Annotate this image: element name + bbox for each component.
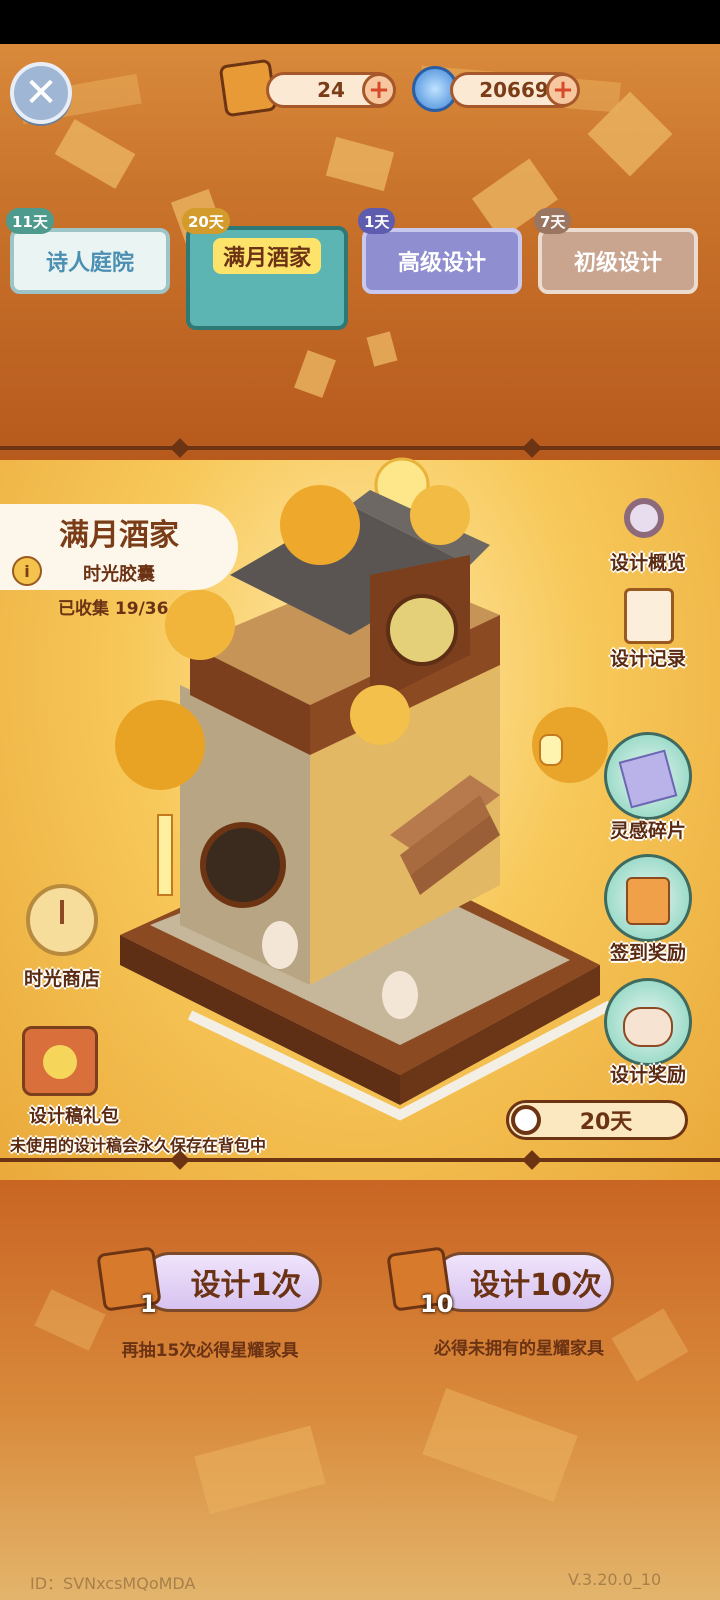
time-shop-label: 时光商店 <box>23 968 100 990</box>
checkin-reward-label: 签到奖励 <box>609 942 686 964</box>
tab-days-badge: 20天 <box>182 208 230 234</box>
design-pack-button[interactable] <box>22 1026 98 1096</box>
close-icon: ✕ <box>24 70 58 116</box>
close-button[interactable]: ✕ <box>10 62 72 124</box>
app-version: V.3.20.0_10 <box>568 1570 662 1589</box>
calendar-icon <box>626 877 670 925</box>
checkin-reward-button[interactable] <box>604 854 692 942</box>
collected-progress: 已收集 19/36 <box>58 599 169 619</box>
tab-poet-courtyard[interactable]: 诗人庭院 <box>10 228 170 294</box>
design-ten-button[interactable]: 设计10次 <box>432 1252 614 1312</box>
tab-basic-design[interactable]: 初级设计 <box>538 228 698 294</box>
add-scroll-button[interactable]: + <box>362 73 396 107</box>
inspiration-fragments-button[interactable] <box>604 732 692 820</box>
footer-background <box>0 1180 720 1600</box>
theme-subtitle: 时光胶囊 <box>83 564 155 585</box>
divider <box>0 1158 720 1162</box>
clipboard-icon[interactable] <box>624 588 674 644</box>
ten-hint: 必得未拥有的星耀家具 <box>434 1339 604 1359</box>
tab-days-badge: 1天 <box>358 208 396 234</box>
tab-advanced-design[interactable]: 高级设计 <box>362 228 522 294</box>
magnifier-icon <box>624 498 664 538</box>
storage-notice: 未使用的设计稿会永久保存在背包中 <box>10 1136 267 1155</box>
inspiration-fragments-label: 灵感碎片 <box>609 820 686 842</box>
clock-icon <box>511 1105 541 1135</box>
user-id: ID：SVNxcsMQoMDA <box>30 1574 196 1593</box>
tab-days-badge: 11天 <box>6 208 54 234</box>
clock-icon <box>60 900 64 924</box>
once-count: 1 <box>140 1290 157 1318</box>
design-reward-label: 设计奖励 <box>609 1064 686 1086</box>
tab-full-moon-tavern[interactable]: 满月酒家 <box>186 226 348 330</box>
divider <box>0 446 720 450</box>
ten-count: 10 <box>420 1290 454 1318</box>
add-gem-button[interactable]: + <box>546 73 580 107</box>
design-overview-label: 设计概览 <box>609 552 686 574</box>
theme-title: 满月酒家 <box>59 518 179 553</box>
design-overview-button[interactable] <box>620 498 674 552</box>
tab-days-badge: 7天 <box>534 208 572 234</box>
status-bar <box>0 0 720 44</box>
design-pack-label: 设计稿礼包 <box>29 1106 119 1127</box>
theme-info-card: 满月酒家 i 时光胶囊 <box>0 504 238 590</box>
design-once-button[interactable]: 设计1次 <box>140 1252 322 1312</box>
rabbit-icon <box>623 1007 673 1047</box>
event-timer: 20天 <box>506 1100 688 1140</box>
time-shop-button[interactable] <box>26 884 98 956</box>
design-record-label: 设计记录 <box>609 648 686 670</box>
map-fragment-icon <box>618 749 678 809</box>
gift-pack-icon <box>43 1045 77 1079</box>
plus-icon: + <box>368 75 390 105</box>
once-hint: 再抽15次必得星耀家具 <box>121 1341 299 1361</box>
design-reward-button[interactable] <box>604 978 692 1066</box>
plus-icon: + <box>552 75 574 105</box>
